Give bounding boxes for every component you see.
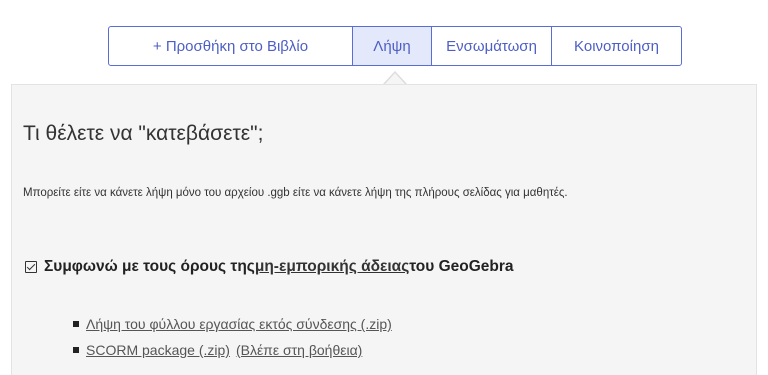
tab-share[interactable]: Κοινοποίηση xyxy=(552,27,681,65)
action-tabs: + Προσθήκη στο Βιβλίο Λήψη Ενσωμάτωση Κο… xyxy=(108,26,682,66)
license-link[interactable]: μη-εμπορικής άδειας xyxy=(255,258,409,276)
square-bullet-icon xyxy=(73,347,79,353)
download-links-list: Λήψη του φύλλου εργασίας εκτός σύνδεσης … xyxy=(73,311,392,363)
download-description: Μπορείτε είτε να κάνετε λήψη μόνο του αρ… xyxy=(23,187,568,199)
license-agreement: Συμφωνώ με τους όρους της μη-εμπορικής ά… xyxy=(25,258,514,276)
help-link[interactable]: (Βλέπε στη βοήθεια) xyxy=(236,342,362,358)
square-bullet-icon xyxy=(73,321,79,327)
agree-suffix: του GeoGebra xyxy=(409,258,514,275)
tab-embed[interactable]: Ενσωμάτωση xyxy=(432,27,552,65)
panel-pointer-arrow-inner xyxy=(385,73,405,84)
list-item: Λήψη του φύλλου εργασίας εκτός σύνδεσης … xyxy=(73,311,392,337)
agree-checkbox[interactable] xyxy=(25,261,37,273)
offline-worksheet-link[interactable]: Λήψη του φύλλου εργασίας εκτός σύνδεσης … xyxy=(86,316,392,332)
tab-add-to-book[interactable]: + Προσθήκη στο Βιβλίο xyxy=(109,27,353,65)
agree-prefix: Συμφωνώ με τους όρους της xyxy=(44,258,255,275)
scorm-package-link[interactable]: SCORM package (.zip) xyxy=(86,342,230,358)
list-item: SCORM package (.zip) (Βλέπε στη βοήθεια) xyxy=(73,337,392,363)
download-heading: Τι θέλετε να "κατεβάσετε"; xyxy=(23,122,264,145)
tab-download[interactable]: Λήψη xyxy=(353,27,432,65)
top-bar xyxy=(0,0,768,10)
